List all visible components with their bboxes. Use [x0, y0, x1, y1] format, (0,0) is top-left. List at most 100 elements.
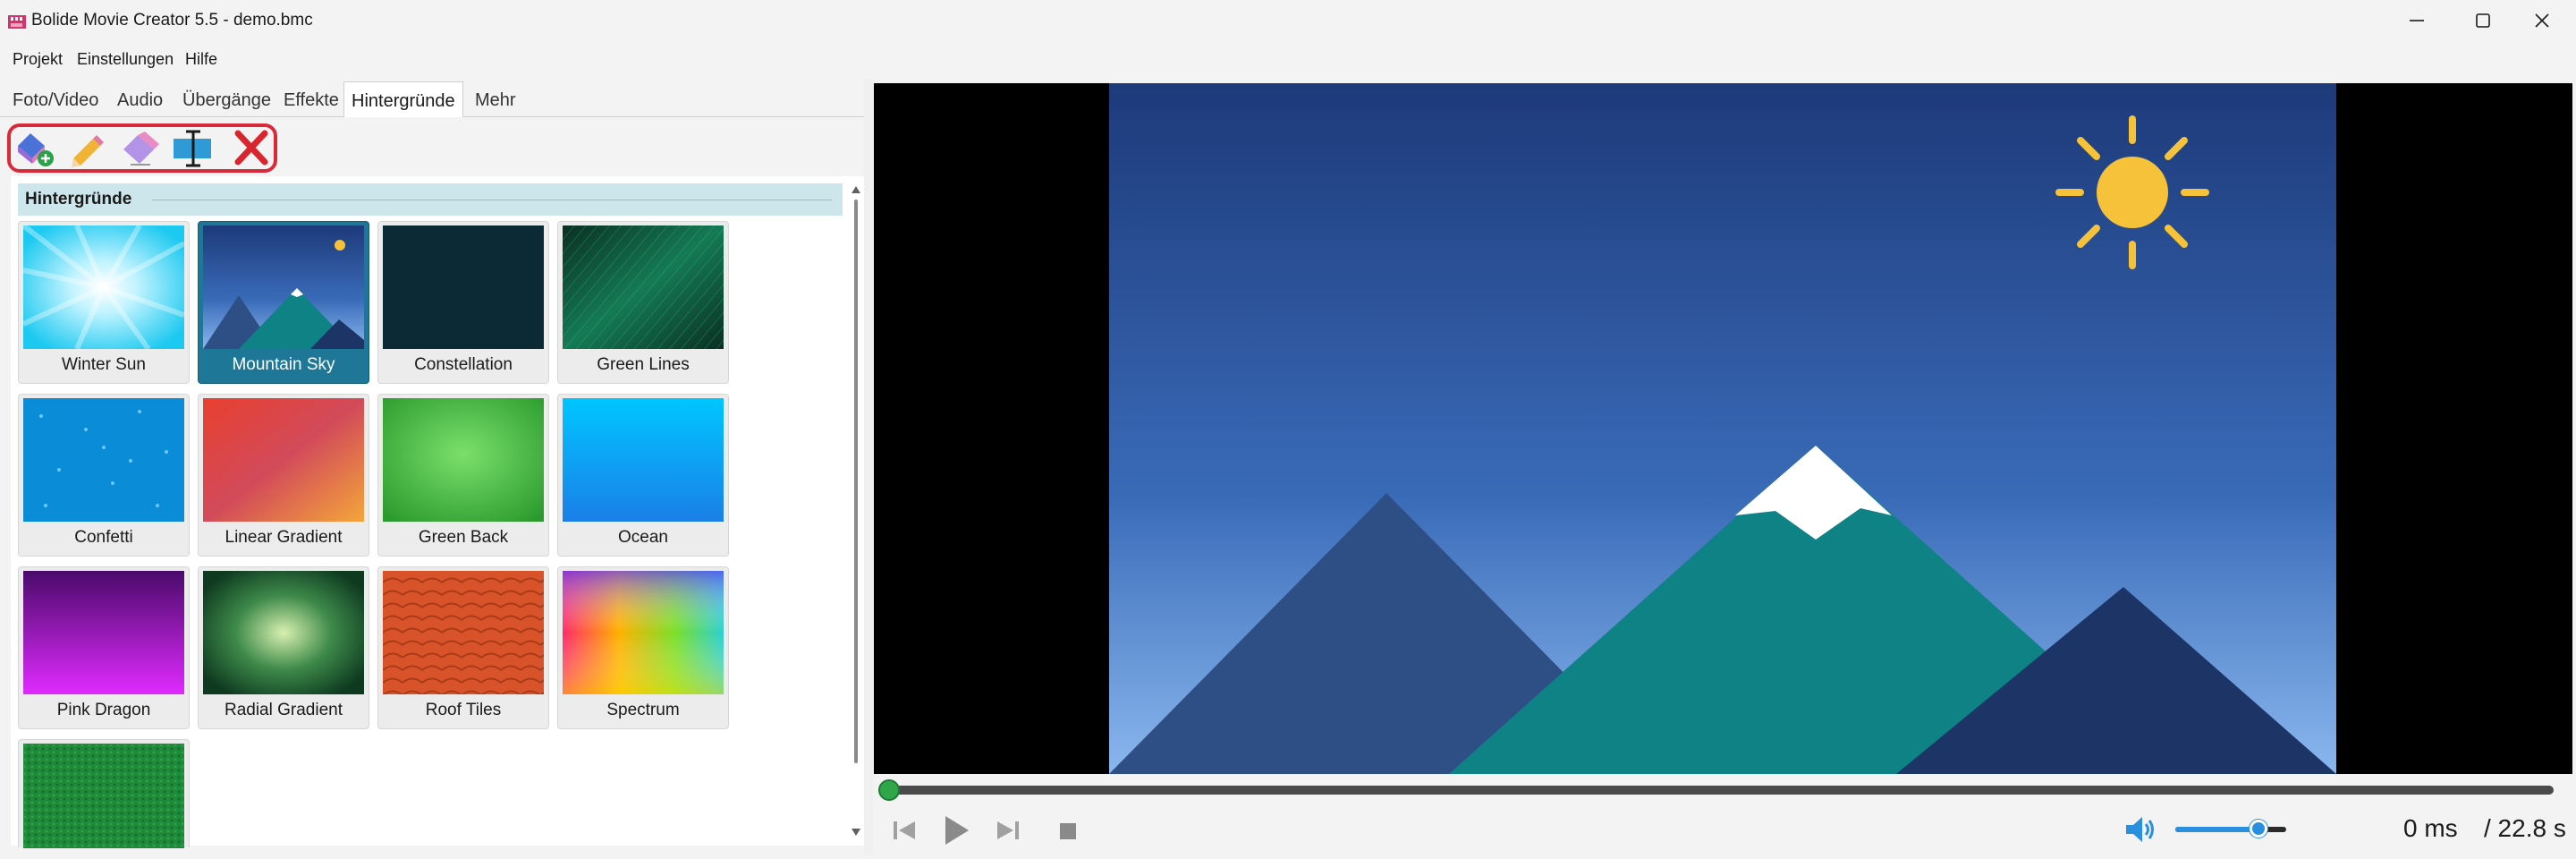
- previous-frame-button[interactable]: [888, 814, 920, 846]
- background-tile-winter-sun[interactable]: Winter Sun: [18, 221, 190, 384]
- scroll-down-icon[interactable]: [850, 826, 862, 838]
- menu-einstellungen[interactable]: Einstellungen: [77, 50, 174, 69]
- tile-label: Constellation: [414, 355, 513, 374]
- tab-mehr[interactable]: Mehr: [475, 81, 516, 117]
- tile-label: Winter Sun: [62, 355, 146, 374]
- close-icon: [2535, 13, 2549, 28]
- tab-hintergruende[interactable]: Hintergründe: [343, 81, 463, 118]
- edit-pencil-icon: [72, 135, 104, 167]
- background-tile-pink-dragon[interactable]: Pink Dragon: [18, 566, 190, 729]
- preview-frame: [1109, 83, 2336, 774]
- edit-background-button[interactable]: [66, 128, 111, 169]
- background-tile-spectrum[interactable]: Spectrum: [557, 566, 729, 729]
- background-tile-roof-tiles[interactable]: Roof Tiles: [377, 566, 549, 729]
- tab-uebergaenge[interactable]: Übergänge: [182, 81, 271, 117]
- stop-icon: [1060, 823, 1076, 839]
- menu-hilfe[interactable]: Hilfe: [185, 50, 217, 69]
- spectrum-thumbnail: [563, 571, 724, 694]
- play-icon: [945, 816, 969, 845]
- stop-button[interactable]: [1051, 814, 1083, 846]
- app-logo-icon: [8, 15, 26, 29]
- menu-projekt[interactable]: Projekt: [13, 50, 63, 69]
- volume-icon[interactable]: [2124, 815, 2157, 844]
- background-tile-linear-gradient[interactable]: Linear Gradient: [198, 394, 369, 557]
- seek-bar[interactable]: [874, 775, 2572, 804]
- minimize-icon: [2410, 20, 2424, 21]
- vertical-scrollbar[interactable]: [848, 176, 864, 846]
- background-tile-green-lines[interactable]: Green Lines: [557, 221, 729, 384]
- eraser-icon: [123, 132, 159, 166]
- tile-label: Roof Tiles: [425, 701, 502, 719]
- tile-label: Radial Gradient: [224, 701, 343, 719]
- pink-dragon-thumbnail: [23, 571, 184, 694]
- mountain-sky-thumbnail: [203, 225, 364, 349]
- linear-gradient-thumbnail: [203, 398, 364, 522]
- sun-icon: [2055, 115, 2209, 269]
- tile-label: Green Back: [418, 528, 509, 547]
- tile-label: Linear Gradient: [225, 528, 343, 547]
- seek-handle[interactable]: [878, 779, 900, 801]
- menu-bar: Projekt Einstellungen Hilfe: [0, 43, 546, 79]
- add-background-button[interactable]: [13, 128, 57, 169]
- maximize-icon: [2476, 13, 2490, 28]
- next-frame-button[interactable]: [992, 814, 1024, 846]
- video-preview: [874, 83, 2572, 774]
- insert-text-button[interactable]: [172, 128, 216, 169]
- delete-background-button[interactable]: [229, 128, 274, 169]
- tile-label: Spectrum: [606, 701, 680, 719]
- scroll-up-icon[interactable]: [850, 183, 862, 196]
- tab-effekte[interactable]: Effekte: [284, 81, 339, 117]
- background-grid: Winter Sun Mountain Sky Constellation Gr…: [18, 221, 760, 848]
- previous-frame-icon: [894, 821, 915, 839]
- title-bar: Bolide Movie Creator 5.5 - demo.bmc: [0, 0, 2576, 43]
- app-window: Bolide Movie Creator 5.5 - demo.bmc Proj…: [0, 0, 2576, 859]
- playback-controls: 0 ms / 22.8 s: [874, 804, 2572, 855]
- tab-foto-video[interactable]: Foto/Video: [13, 81, 98, 117]
- group-header: Hintergründe: [18, 183, 843, 216]
- text-insert-icon: [174, 130, 211, 167]
- background-toolbar: [0, 117, 864, 176]
- close-button[interactable]: [2509, 0, 2575, 41]
- group-title: Hintergründe: [25, 190, 132, 208]
- green-lines-thumbnail: [563, 225, 724, 349]
- grass-thumbnail: [23, 744, 184, 848]
- tile-label: Pink Dragon: [56, 701, 151, 719]
- volume-level: [2175, 827, 2258, 832]
- winter-sun-thumbnail: [23, 225, 184, 349]
- tab-bar: Foto/Video Audio Übergänge Effekte Hinte…: [0, 81, 864, 118]
- tile-label: Mountain Sky: [232, 355, 335, 374]
- tile-label: Confetti: [74, 528, 133, 547]
- scroll-thumb[interactable]: [854, 200, 858, 763]
- background-tile-ocean[interactable]: Ocean: [557, 394, 729, 557]
- delete-icon: [234, 130, 268, 166]
- background-tile-confetti[interactable]: Confetti: [18, 394, 190, 557]
- background-tile-green-back[interactable]: Green Back: [377, 394, 549, 557]
- window-title: Bolide Movie Creator 5.5 - demo.bmc: [31, 11, 313, 30]
- minimize-button[interactable]: [2384, 0, 2450, 41]
- next-frame-icon: [997, 821, 1019, 839]
- seek-track[interactable]: [885, 786, 2554, 795]
- ocean-thumbnail: [563, 398, 724, 522]
- time-total: / 22.8 s: [2484, 814, 2566, 842]
- volume-slider[interactable]: [2175, 827, 2286, 832]
- play-button[interactable]: [940, 814, 972, 846]
- tile-label: Ocean: [618, 528, 668, 547]
- maximize-button[interactable]: [2450, 0, 2516, 41]
- tab-audio[interactable]: Audio: [117, 81, 163, 117]
- background-tile-radial-gradient[interactable]: Radial Gradient: [198, 566, 369, 729]
- background-tile-mountain-sky[interactable]: Mountain Sky: [198, 221, 369, 384]
- panel-splitter[interactable]: [864, 79, 873, 855]
- radial-gradient-thumbnail: [203, 571, 364, 694]
- tile-label: Green Lines: [597, 355, 690, 374]
- roof-tiles-thumbnail: [383, 571, 544, 694]
- volume-handle[interactable]: [2250, 820, 2267, 838]
- confetti-thumbnail: [23, 398, 184, 522]
- backgrounds-panel: Hintergründe Winter Sun Mountain Sky Con…: [11, 176, 864, 848]
- clear-background-button[interactable]: [118, 128, 163, 169]
- constellation-thumbnail: [383, 225, 544, 349]
- background-tile-constellation[interactable]: Constellation: [377, 221, 549, 384]
- green-back-thumbnail: [383, 398, 544, 522]
- mountain-sky-preview: [1109, 83, 2336, 774]
- background-tile-grass[interactable]: [18, 739, 190, 848]
- add-background-icon: [18, 133, 54, 166]
